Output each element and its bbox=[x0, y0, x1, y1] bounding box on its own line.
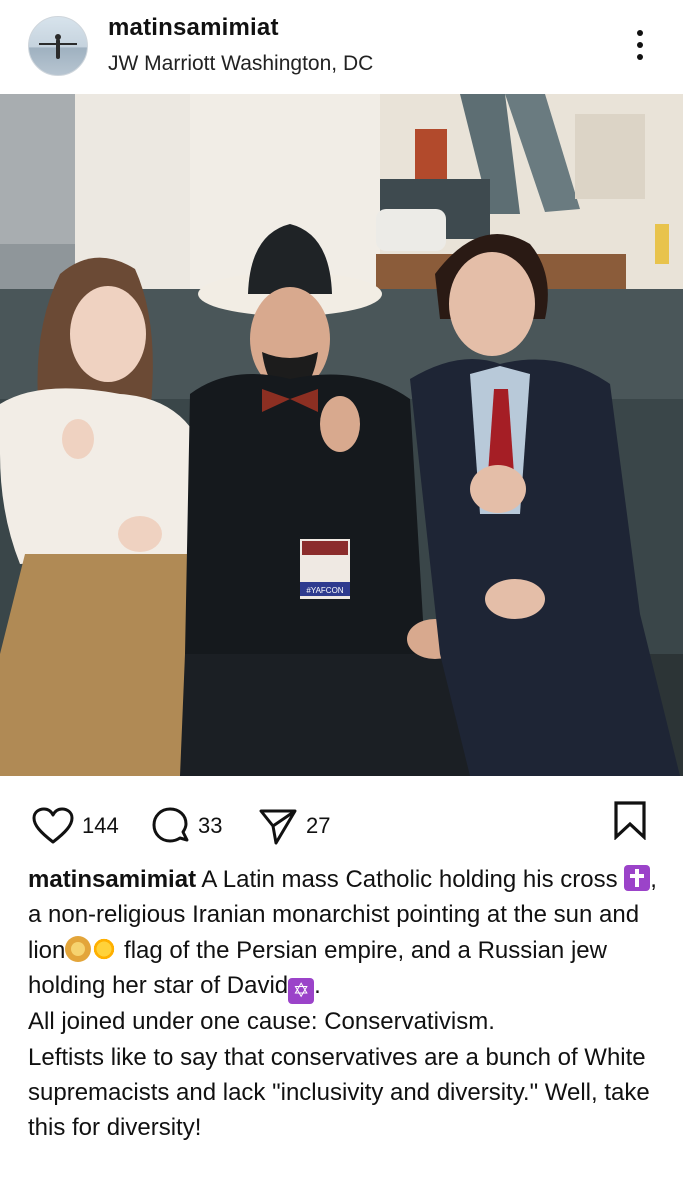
caption-username[interactable]: matinsamimiat bbox=[28, 866, 196, 893]
like-button[interactable]: 144 bbox=[32, 806, 119, 846]
comment-button[interactable]: 33 bbox=[150, 806, 222, 846]
avatar[interactable] bbox=[28, 16, 88, 76]
caption-text-part-1: A Latin mass Catholic holding his cross bbox=[196, 866, 625, 893]
username[interactable]: matinsamimiat bbox=[108, 14, 279, 42]
post-header: matinsamimiat JW Marriott Washington, DC bbox=[0, 0, 683, 94]
lion-face-emoji-icon bbox=[65, 935, 92, 962]
like-count: 144 bbox=[82, 813, 119, 838]
comment-bubble-icon bbox=[152, 807, 189, 843]
caption-line-3: Leftists like to say that conservatives … bbox=[28, 1043, 650, 1142]
heart-icon bbox=[32, 807, 74, 844]
conference-badge-text: #YAFCON bbox=[306, 586, 343, 595]
location-link[interactable]: JW Marriott Washington, DC bbox=[108, 52, 373, 76]
send-icon bbox=[259, 809, 297, 845]
bookmark-icon[interactable] bbox=[612, 800, 648, 841]
share-count: 27 bbox=[306, 813, 331, 838]
latin-cross-emoji-icon bbox=[624, 865, 651, 891]
photo-illustration: #YAFCON bbox=[0, 94, 683, 776]
caption-text-part-4: . bbox=[314, 972, 321, 1000]
share-button[interactable]: 27 bbox=[258, 806, 330, 846]
caption-line-2: All joined under one cause: Conservativi… bbox=[28, 1008, 495, 1036]
post-actions-bar: 144 33 27 bbox=[0, 776, 683, 868]
more-options-icon[interactable] bbox=[630, 28, 650, 62]
comment-count: 33 bbox=[198, 813, 223, 838]
post-photo[interactable]: #YAFCON bbox=[0, 94, 683, 776]
post-caption: matinsamimiat A Latin mass Catholic hold… bbox=[28, 862, 668, 1146]
star-of-david-emoji-icon: ✡ bbox=[288, 978, 315, 1005]
sun-emoji-icon bbox=[91, 935, 118, 962]
